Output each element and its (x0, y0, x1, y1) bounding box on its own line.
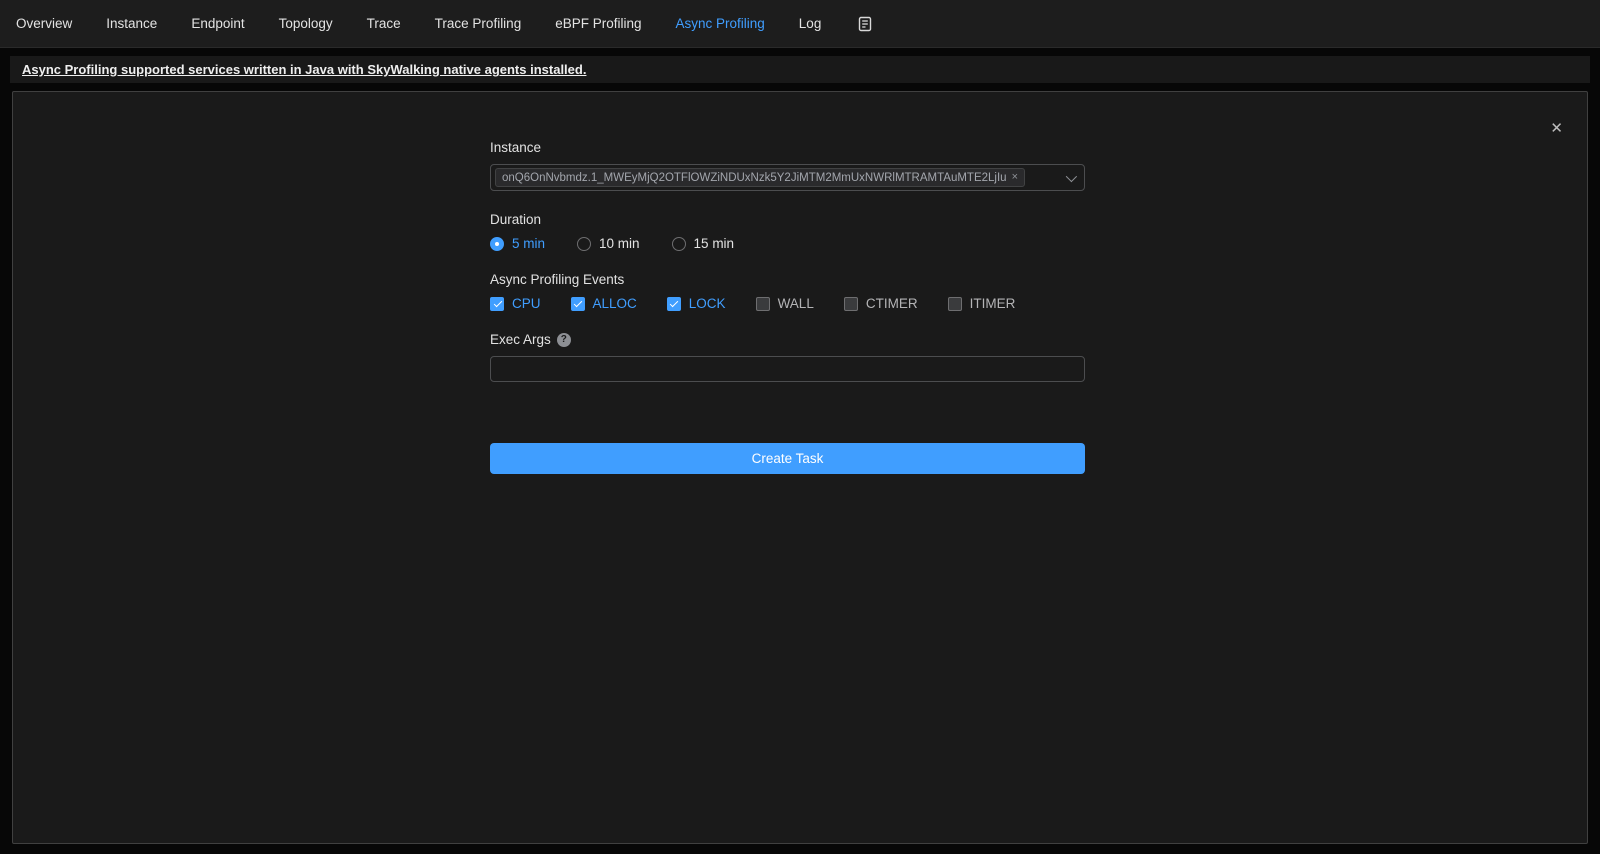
exec-args-input[interactable] (490, 356, 1085, 382)
exec-args-label: Exec Args ? (490, 332, 1085, 347)
checkbox-icon (667, 297, 681, 311)
radio-label: 15 min (694, 236, 735, 251)
instance-label: Instance (490, 140, 1085, 155)
duration-option-10min[interactable]: 10 min (577, 236, 640, 251)
instance-select[interactable]: onQ6OnNvbmdz.1_MWEyMjQ2OTFlOWZiNDUxNzk5Y… (490, 164, 1085, 191)
checkbox-label: LOCK (689, 296, 726, 311)
info-banner: Async Profiling supported services writt… (10, 56, 1590, 83)
radio-label: 5 min (512, 236, 545, 251)
tab-trace-profiling[interactable]: Trace Profiling (435, 16, 522, 31)
tab-log[interactable]: Log (799, 16, 822, 31)
radio-icon (577, 237, 591, 251)
event-option-wall[interactable]: WALL (756, 296, 814, 311)
tag-remove-icon[interactable]: × (1012, 172, 1018, 183)
checkbox-icon (756, 297, 770, 311)
tab-topology[interactable]: Topology (279, 16, 333, 31)
tab-instance[interactable]: Instance (106, 16, 157, 31)
event-option-itimer[interactable]: ITIMER (948, 296, 1016, 311)
help-icon[interactable]: ? (557, 333, 571, 347)
checkbox-icon (571, 297, 585, 311)
duration-group: Duration 5 min 10 min 15 min (490, 212, 1085, 251)
checkbox-icon (844, 297, 858, 311)
checkbox-icon (490, 297, 504, 311)
duration-options: 5 min 10 min 15 min (490, 236, 1085, 251)
checkbox-icon (948, 297, 962, 311)
close-icon[interactable]: ✕ (1546, 117, 1567, 140)
event-option-alloc[interactable]: ALLOC (571, 296, 637, 311)
event-option-cpu[interactable]: CPU (490, 296, 541, 311)
duration-option-5min[interactable]: 5 min (490, 236, 545, 251)
events-group: Async Profiling Events CPU ALLOC LOCK WA… (490, 272, 1085, 311)
chevron-down-icon (1066, 170, 1077, 181)
events-options: CPU ALLOC LOCK WALL CTIMER (490, 296, 1085, 311)
radio-icon (672, 237, 686, 251)
exec-args-group: Exec Args ? (490, 332, 1085, 382)
checkbox-label: CPU (512, 296, 541, 311)
tab-async-profiling[interactable]: Async Profiling (676, 16, 765, 31)
events-label: Async Profiling Events (490, 272, 1085, 287)
tab-ebpf-profiling[interactable]: eBPF Profiling (555, 16, 641, 31)
instance-tag-label: onQ6OnNvbmdz.1_MWEyMjQ2OTFlOWZiNDUxNzk5Y… (502, 172, 1007, 184)
radio-label: 10 min (599, 236, 640, 251)
task-list-icon[interactable] (855, 14, 875, 34)
event-option-lock[interactable]: LOCK (667, 296, 726, 311)
checkbox-label: WALL (778, 296, 814, 311)
instance-selected-tag: onQ6OnNvbmdz.1_MWEyMjQ2OTFlOWZiNDUxNzk5Y… (495, 168, 1025, 187)
create-task-button[interactable]: Create Task (490, 443, 1085, 474)
create-task-form: Instance onQ6OnNvbmdz.1_MWEyMjQ2OTFlOWZi… (490, 140, 1085, 474)
create-task-panel: ✕ Instance onQ6OnNvbmdz.1_MWEyMjQ2OTFlOW… (12, 91, 1588, 844)
checkbox-label: ALLOC (593, 296, 637, 311)
tab-trace[interactable]: Trace (367, 16, 401, 31)
tab-endpoint[interactable]: Endpoint (191, 16, 244, 31)
info-banner-text: Async Profiling supported services writt… (22, 62, 586, 77)
radio-icon (490, 237, 504, 251)
event-option-ctimer[interactable]: CTIMER (844, 296, 918, 311)
instance-group: Instance onQ6OnNvbmdz.1_MWEyMjQ2OTFlOWZi… (490, 140, 1085, 191)
checkbox-label: ITIMER (970, 296, 1016, 311)
tab-overview[interactable]: Overview (16, 16, 72, 31)
duration-option-15min[interactable]: 15 min (672, 236, 735, 251)
duration-label: Duration (490, 212, 1085, 227)
exec-args-label-text: Exec Args (490, 332, 551, 347)
top-navigation: Overview Instance Endpoint Topology Trac… (0, 0, 1600, 48)
checkbox-label: CTIMER (866, 296, 918, 311)
